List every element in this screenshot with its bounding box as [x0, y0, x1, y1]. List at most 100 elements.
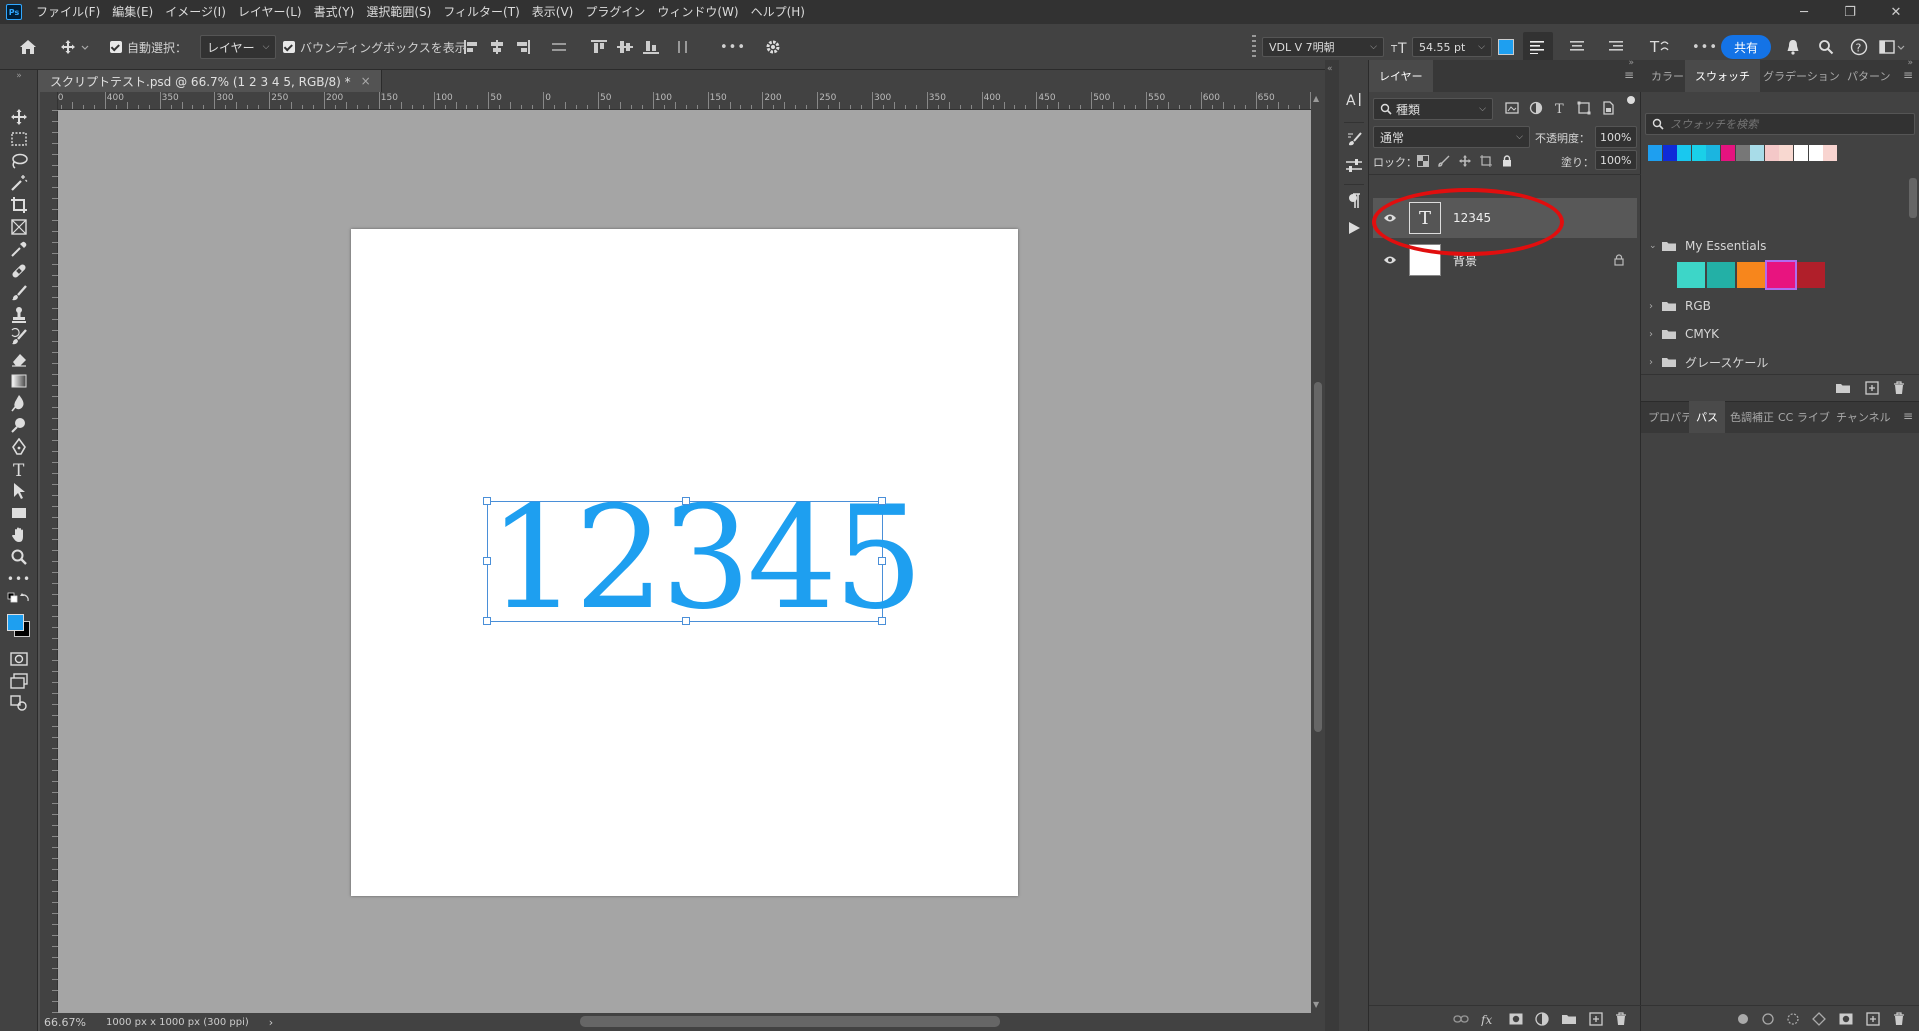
swatch[interactable]	[1823, 145, 1838, 161]
swatch[interactable]	[1764, 145, 1779, 161]
transform-handle[interactable]	[878, 617, 886, 625]
minimize-button[interactable]: ─	[1781, 0, 1827, 24]
zoom-level[interactable]: 66.67%	[44, 1016, 100, 1029]
menu-item[interactable]: ファイル(F)	[30, 0, 106, 24]
tab-layers[interactable]: レイヤー	[1369, 60, 1433, 92]
character-panel-icon[interactable]: A	[1343, 88, 1365, 110]
share-button[interactable]: 共有	[1721, 35, 1771, 59]
align-left-icon[interactable]	[462, 39, 480, 55]
menu-item[interactable]: ヘルプ(H)	[745, 0, 811, 24]
lock-transparent-icon[interactable]	[1417, 155, 1429, 167]
align-top-icon[interactable]	[590, 39, 608, 55]
swatch[interactable]	[1735, 145, 1750, 161]
bounding-box-checkbox[interactable]: バウンディングボックスを表示	[283, 24, 467, 70]
align-right-icon[interactable]	[514, 39, 532, 55]
swatches-scroll-thumb[interactable]	[1909, 178, 1917, 218]
tab-patterns[interactable]: パターン	[1837, 60, 1900, 92]
transform-handle[interactable]	[878, 497, 886, 505]
new-path-icon[interactable]	[1866, 1011, 1880, 1026]
tab-lower-4[interactable]: チャンネル	[1829, 401, 1898, 433]
pen-tool-icon[interactable]	[7, 436, 31, 458]
document-tab[interactable]: スクリプトテスト.psd @ 66.7% (1 2 3 4 5, RGB/8) …	[40, 70, 382, 92]
swatch-group-rgb[interactable]: › RGB	[1649, 294, 1711, 318]
screen-mode-icon[interactable]	[7, 670, 31, 692]
stroke-path-icon[interactable]	[1762, 1012, 1774, 1025]
transform-handle[interactable]	[682, 497, 690, 505]
transform-handle[interactable]	[483, 617, 491, 625]
filter-smart-object-icon[interactable]	[1601, 101, 1615, 115]
new-swatch-group-icon[interactable]	[1835, 382, 1851, 394]
brush-tool-icon[interactable]	[7, 282, 31, 304]
swatch[interactable]	[1721, 145, 1735, 161]
swatch[interactable]	[1797, 262, 1825, 288]
swatch-search-input[interactable]	[1670, 117, 1890, 131]
swatch[interactable]	[1648, 145, 1662, 161]
swatch[interactable]	[1779, 145, 1794, 161]
blur-tool-icon[interactable]	[7, 392, 31, 414]
new-group-icon[interactable]	[1561, 1013, 1577, 1025]
panel-collapse-bar[interactable]: «	[1325, 60, 1339, 1031]
vertical-scroll-thumb[interactable]	[1314, 382, 1322, 732]
filter-pixel-icon[interactable]	[1505, 101, 1519, 115]
brush-settings-icon[interactable]	[1343, 128, 1365, 150]
align-text-left-icon[interactable]	[1523, 32, 1553, 62]
add-vector-mask-icon[interactable]	[1839, 1013, 1853, 1025]
transform-handle[interactable]	[878, 557, 886, 565]
swatch[interactable]	[1677, 145, 1692, 161]
move-tool-icon[interactable]	[7, 106, 31, 128]
adjustment-layer-icon[interactable]	[1535, 1011, 1549, 1026]
filter-type-icon[interactable]: T	[1553, 101, 1567, 115]
swatch[interactable]	[1750, 145, 1765, 161]
blend-mode-dropdown[interactable]: 通常 ⌵	[1373, 126, 1530, 148]
path-selection-icon[interactable]	[7, 480, 31, 502]
transform-handle[interactable]	[682, 617, 690, 625]
font-family-dropdown[interactable]: VDL V 7明朝 ⌵	[1262, 37, 1384, 57]
more-tools-icon[interactable]: •••	[7, 568, 31, 590]
menu-item[interactable]: 編集(E)	[106, 0, 159, 24]
paragraph-icon[interactable]	[1343, 190, 1365, 212]
quick-mask-icon[interactable]	[7, 648, 31, 670]
horizontal-scroll-thumb[interactable]	[580, 1016, 1000, 1027]
align-middle-icon[interactable]	[616, 39, 634, 55]
swatches-panel-menu-icon[interactable]: ≡	[1903, 68, 1913, 82]
eyedropper-icon[interactable]	[7, 238, 31, 260]
swatch[interactable]	[1677, 262, 1705, 288]
transform-handle[interactable]	[483, 497, 491, 505]
tab-lower-1[interactable]: パス	[1689, 401, 1725, 433]
vertical-scrollbar[interactable]: ▲ ▼	[1311, 92, 1325, 1013]
text-bounding-box[interactable]: 12345	[483, 484, 924, 634]
filter-toggle-icon[interactable]	[1627, 96, 1635, 104]
gear-icon[interactable]	[763, 24, 783, 70]
align-center-h-icon[interactable]	[488, 39, 506, 55]
home-icon[interactable]	[16, 24, 40, 70]
delete-swatch-icon[interactable]	[1893, 380, 1905, 395]
collapse-tools-icon[interactable]: »	[7, 70, 31, 82]
swatch[interactable]	[1737, 262, 1765, 288]
close-button[interactable]: ✕	[1873, 0, 1919, 24]
scroll-down-icon[interactable]: ▼	[1313, 1000, 1319, 1009]
fx-icon[interactable]: fx	[1481, 1012, 1497, 1026]
tab-lower-3[interactable]: CC ライブ	[1771, 401, 1837, 433]
healing-brush-icon[interactable]	[7, 260, 31, 282]
delete-layer-icon[interactable]	[1615, 1011, 1627, 1026]
delete-path-icon[interactable]	[1893, 1011, 1905, 1026]
swatch-group-grayscale[interactable]: › グレースケール	[1649, 350, 1768, 374]
menu-item[interactable]: 表示(V)	[526, 0, 580, 24]
magic-wand-icon[interactable]	[7, 172, 31, 194]
auto-select-checkbox[interactable]: 自動選択：	[110, 24, 187, 70]
menu-item[interactable]: 書式(Y)	[308, 0, 361, 24]
adjustments-sliders-icon[interactable]	[1343, 155, 1365, 177]
lock-position-icon[interactable]	[1459, 155, 1471, 167]
swatch-group-cmyk[interactable]: › CMYK	[1649, 322, 1719, 346]
link-layers-icon[interactable]	[1453, 1014, 1469, 1024]
dodge-tool-icon[interactable]	[7, 414, 31, 436]
more-options-button[interactable]: •••	[720, 24, 746, 70]
tab-gradients[interactable]: グラデーション	[1753, 60, 1850, 92]
drag-handle-icon[interactable]	[1250, 24, 1258, 70]
canvas-text-layer[interactable]: 12345	[488, 484, 924, 634]
lock-all-icon[interactable]	[1501, 155, 1513, 167]
collapse-icon[interactable]: «	[1327, 64, 1333, 74]
artboard-icon[interactable]	[7, 692, 31, 714]
rectangle-tool-icon[interactable]	[7, 502, 31, 524]
menu-item[interactable]: イメージ(I)	[159, 0, 232, 24]
